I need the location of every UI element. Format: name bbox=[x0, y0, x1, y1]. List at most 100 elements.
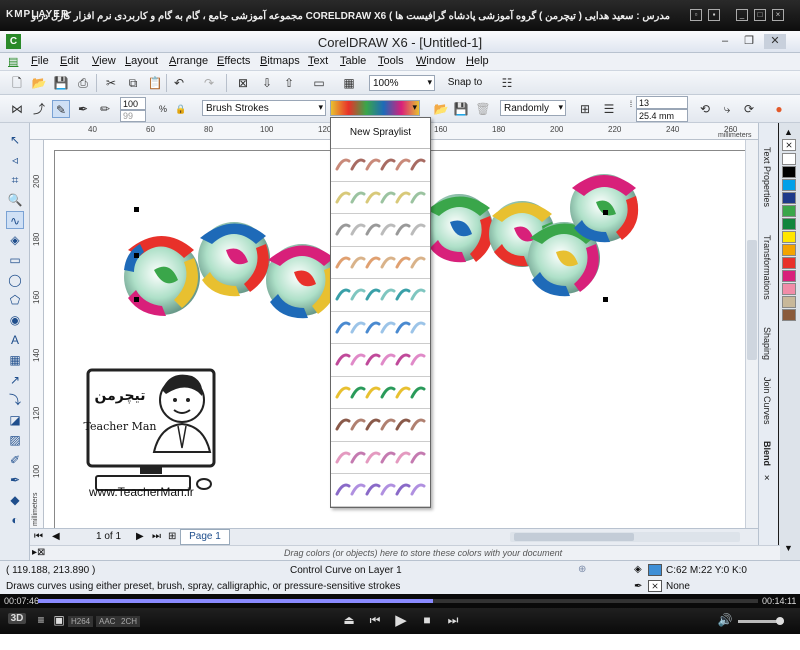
palette-swatch[interactable] bbox=[782, 231, 796, 243]
no-color-swatch[interactable]: ⨯ bbox=[782, 139, 796, 151]
selection-handle[interactable] bbox=[603, 210, 608, 215]
selection-handle[interactable] bbox=[603, 297, 608, 302]
selection-handle[interactable] bbox=[134, 253, 139, 258]
zoom-level-select[interactable]: 100% bbox=[369, 75, 435, 91]
delete-spraylist-icon[interactable]: 🗑 bbox=[474, 100, 492, 118]
cut-icon[interactable]: ✂ bbox=[102, 74, 120, 92]
object-size-top[interactable]: 100 bbox=[120, 97, 146, 110]
blend-tool-icon[interactable]: ◪ bbox=[6, 411, 24, 429]
docker-close-icon[interactable]: × bbox=[764, 473, 770, 484]
menu-table[interactable]: Table bbox=[340, 55, 366, 67]
last-page-icon[interactable]: ⏭ bbox=[152, 531, 161, 542]
stop-icon[interactable]: ■ bbox=[418, 613, 436, 627]
spraylist-item-feather-teal[interactable] bbox=[331, 279, 430, 312]
menu-help[interactable]: Help bbox=[466, 55, 489, 67]
menu-window[interactable]: Window bbox=[416, 55, 455, 67]
palette-swatch[interactable] bbox=[782, 192, 796, 204]
player-pin-icon[interactable]: ▫ bbox=[690, 9, 702, 21]
player-toggle-icon[interactable]: ▪ bbox=[708, 9, 720, 21]
spraylist-item-script-brown[interactable] bbox=[331, 409, 430, 442]
player-close-icon[interactable]: × bbox=[772, 9, 784, 21]
spraylist-item-brush-stroke-warm[interactable] bbox=[331, 247, 430, 279]
calligraphic-icon[interactable]: ✒ bbox=[74, 100, 92, 118]
spraylist-item-brush-stroke-pastel[interactable] bbox=[331, 182, 430, 214]
polygon-tool-icon[interactable]: ⬠ bbox=[6, 291, 24, 309]
menu-view[interactable]: View bbox=[92, 55, 116, 67]
export-icon[interactable]: ⇧ bbox=[280, 74, 298, 92]
undo-icon[interactable]: ↶ bbox=[170, 74, 188, 92]
fill-tool-icon[interactable]: ◆ bbox=[6, 491, 24, 509]
play-icon[interactable]: ▶ bbox=[392, 611, 410, 629]
prev-page-icon[interactable]: ◀ bbox=[52, 531, 60, 542]
menu-text[interactable]: Text bbox=[308, 55, 328, 67]
restore-button[interactable]: ❐ bbox=[738, 34, 760, 49]
publish-pdf-icon[interactable]: ▭ bbox=[310, 74, 328, 92]
settings-icon[interactable]: ▣ bbox=[50, 613, 68, 627]
print-icon[interactable]: ⎙ bbox=[74, 74, 92, 92]
hscroll-thumb[interactable] bbox=[514, 533, 634, 541]
shape-tool-icon[interactable]: ◃ bbox=[6, 151, 24, 169]
category-select[interactable]: Brush Strokes bbox=[202, 100, 326, 116]
artistic-media-preset-icon[interactable]: ⋈ bbox=[8, 100, 26, 118]
table-tool-icon[interactable]: ▦ bbox=[6, 351, 24, 369]
player-minimize-icon[interactable]: _ bbox=[736, 9, 748, 21]
page-tab[interactable]: Page 1 bbox=[180, 529, 230, 545]
vertical-ruler[interactable]: 200 180 160 140 120 100 millimeters bbox=[30, 140, 44, 528]
spray-order-select[interactable]: Randomly bbox=[500, 100, 566, 116]
spray-pattern-select[interactable] bbox=[330, 100, 420, 116]
selection-handle[interactable] bbox=[134, 207, 139, 212]
previous-icon[interactable]: ⏮ bbox=[366, 613, 384, 628]
volume-icon[interactable]: 🔊 bbox=[716, 613, 734, 627]
horizontal-scrollbar[interactable] bbox=[510, 532, 740, 542]
palette-swatch[interactable] bbox=[782, 166, 796, 178]
connector-tool-icon[interactable]: ⤵ bbox=[6, 391, 24, 409]
tab-transformations[interactable]: Transformations bbox=[762, 235, 772, 300]
spraylist-item-feather-blue[interactable] bbox=[331, 312, 430, 344]
basic-shapes-icon[interactable]: ◉ bbox=[6, 311, 24, 329]
spraylist-item-brush-stroke-pink[interactable] bbox=[331, 442, 430, 474]
menu-tools[interactable]: Tools bbox=[378, 55, 404, 67]
freehand-tool-icon[interactable]: ∿ bbox=[6, 211, 24, 229]
object-size-bottom[interactable]: 99 bbox=[120, 110, 146, 122]
open-spraylist-icon[interactable]: 📂 bbox=[432, 100, 450, 118]
snap-to-button[interactable]: Snap to bbox=[440, 74, 490, 92]
selection-handle[interactable] bbox=[134, 297, 139, 302]
document-palette-icon[interactable]: ▸⊠ bbox=[32, 547, 45, 558]
spraylist-item-brush-stroke-violet[interactable] bbox=[331, 474, 430, 507]
next-icon[interactable]: ⏭ bbox=[444, 613, 462, 628]
palette-swatch[interactable] bbox=[782, 153, 796, 165]
dimension-tool-icon[interactable]: ↗ bbox=[6, 371, 24, 389]
spraylist-item-swirl-magenta[interactable] bbox=[331, 344, 430, 377]
palette-scroll-up-icon[interactable]: ▲ bbox=[784, 127, 793, 137]
vertical-scrollbar[interactable] bbox=[745, 140, 758, 528]
tab-text-properties[interactable]: Text Properties bbox=[762, 147, 772, 207]
tab-join-curves[interactable]: Join Curves bbox=[762, 377, 772, 425]
playlist-icon[interactable]: ≡ bbox=[32, 613, 50, 627]
add-page-icon[interactable]: ⊞ bbox=[168, 531, 176, 542]
palette-swatch[interactable] bbox=[782, 296, 796, 308]
offset-icon[interactable]: ⤷ bbox=[718, 100, 736, 118]
menu-edit[interactable]: Edit bbox=[60, 55, 79, 67]
menu-bitmaps[interactable]: Bitmaps bbox=[260, 55, 300, 67]
spraylist-options-icon[interactable]: ☰ bbox=[600, 100, 618, 118]
save-spraylist-icon[interactable]: 💾 bbox=[452, 100, 470, 118]
palette-swatch[interactable] bbox=[782, 179, 796, 191]
palette-swatch[interactable] bbox=[782, 283, 796, 295]
next-page-icon[interactable]: ▶ bbox=[136, 531, 144, 542]
eject-icon[interactable]: ⏏ bbox=[340, 613, 358, 627]
outline-tool-icon[interactable]: ✒ bbox=[6, 471, 24, 489]
reset-values-icon[interactable]: ⟳ bbox=[740, 100, 758, 118]
add-to-spraylist-icon[interactable]: ⊞ bbox=[576, 100, 594, 118]
transparency-tool-icon[interactable]: ▨ bbox=[6, 431, 24, 449]
sprayer-icon[interactable]: ✎ bbox=[52, 100, 70, 118]
import-icon[interactable]: ⇩ bbox=[258, 74, 276, 92]
brush-icon[interactable]: ⤴ bbox=[30, 100, 48, 118]
volume-slider[interactable] bbox=[738, 617, 784, 625]
paste-icon[interactable]: 📋 bbox=[146, 74, 164, 92]
dabs-distance-input[interactable]: 25.4 mm bbox=[636, 109, 688, 122]
minimize-button[interactable]: – bbox=[714, 34, 736, 49]
interactive-fill-icon[interactable]: ◐ bbox=[6, 511, 24, 529]
app-menu-icon[interactable]: ▤ bbox=[8, 55, 18, 68]
eyedropper-tool-icon[interactable]: ✐ bbox=[6, 451, 24, 469]
crop-tool-icon[interactable]: ⌗ bbox=[6, 171, 24, 189]
